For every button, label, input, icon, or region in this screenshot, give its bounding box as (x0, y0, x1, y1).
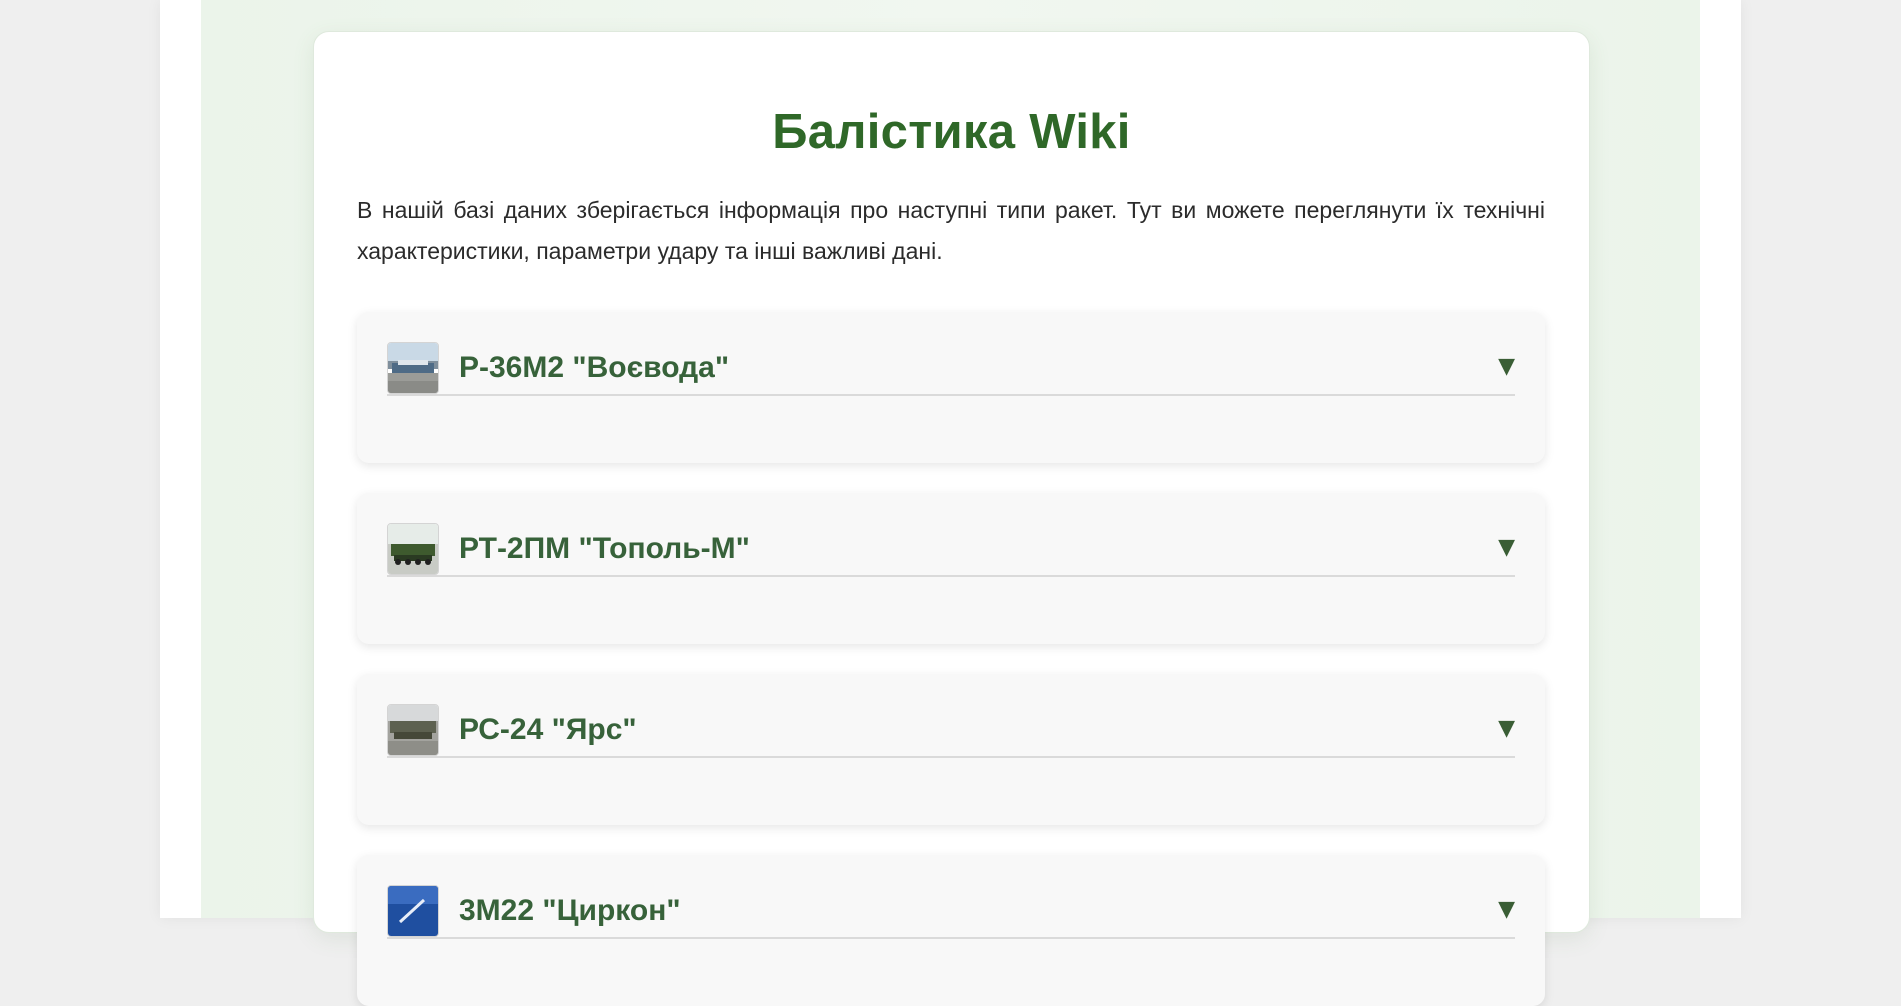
page-title: Балістика Wiki (772, 105, 1131, 159)
chevron-down-icon[interactable]: ▼ (1498, 533, 1515, 563)
missile-title: 3М22 "Циркон" (459, 894, 681, 927)
missile-title: РТ-2ПМ "Тополь-М" (459, 532, 750, 565)
missile-item: РТ-2ПМ "Тополь-М" ▼ (357, 493, 1545, 644)
missile-photo-icon (387, 704, 439, 756)
chevron-down-icon[interactable]: ▼ (1498, 714, 1515, 744)
chevron-down-icon[interactable]: ▼ (1498, 352, 1515, 382)
missile-header-voevoda[interactable]: Р-36М2 "Воєвода" ▼ (387, 342, 1515, 396)
missile-photo-icon (387, 523, 439, 575)
missile-item: Р-36М2 "Воєвода" ▼ (357, 312, 1545, 463)
missile-header-zircon[interactable]: 3М22 "Циркон" ▼ (387, 885, 1515, 939)
main-card: Балістика Wiki В нашій базі даних зберіг… (313, 31, 1590, 1006)
missile-title: Р-36М2 "Воєвода" (459, 351, 730, 384)
intro-text: В нашій базі даних зберігається інформац… (357, 197, 1545, 264)
missile-item: РС-24 "Ярс" ▼ (357, 674, 1545, 825)
missile-header-topol[interactable]: РТ-2ПМ "Тополь-М" ▼ (387, 523, 1515, 577)
missile-photo-icon (387, 885, 439, 937)
missile-header-yars[interactable]: РС-24 "Ярс" ▼ (387, 704, 1515, 758)
missile-photo-icon (387, 342, 439, 394)
missile-item: 3М22 "Циркон" ▼ (357, 855, 1545, 1006)
missile-title: РС-24 "Ярс" (459, 713, 637, 746)
chevron-down-icon[interactable]: ▼ (1498, 895, 1515, 925)
